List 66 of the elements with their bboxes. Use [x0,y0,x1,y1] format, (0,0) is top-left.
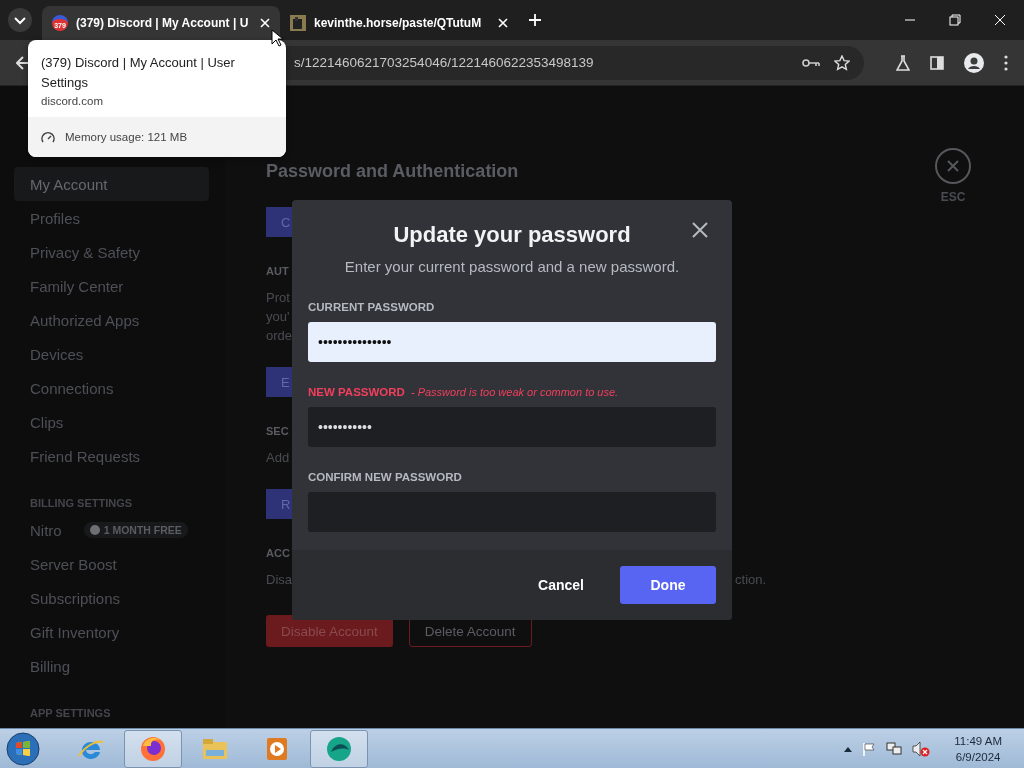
gauge-icon [41,131,55,143]
section-header: APP SETTINGS [29,706,112,721]
sidebar-item[interactable]: Privacy & Safety [14,235,209,269]
new-tab-icon[interactable] [528,13,542,27]
url-text: s/1221460621703254046/1221460622353498139 [294,55,595,70]
hover-card-domain: discord.com [41,95,104,107]
sidebar-item[interactable]: Friend Requests [14,439,209,473]
sidebar-item[interactable]: Clips [14,405,209,439]
dialog-subtitle: Enter your current password and a new password. [343,258,681,275]
profile-icon[interactable] [964,52,984,73]
esc-label: ESC [940,190,966,204]
close-icon[interactable] [692,222,708,238]
clock-date: 6/9/2024 [954,749,1002,765]
taskbar-button[interactable] [310,729,368,768]
sidebar-item[interactable]: Family Center [14,269,209,303]
sidebar-item[interactable]: Nitro [30,521,62,539]
password-field[interactable]: ••••••••••• [308,407,716,447]
partial-text: Add [266,449,290,467]
partial-text: ction. [735,571,767,589]
sidebar-item[interactable]: Billing [14,649,209,683]
star-icon[interactable] [834,54,850,71]
partial-button[interactable]: R [266,489,292,519]
field-label: CURRENT PASSWORD [308,301,435,313]
image-favicon-icon [290,15,306,31]
error-message: - Password is too weak or common to use. [410,386,619,398]
sidebar-item[interactable]: Subscriptions [14,581,209,615]
sidebar-item[interactable]: Gift Inventory [14,615,209,649]
network-icon[interactable] [886,741,903,756]
sidebar-item[interactable]: Profiles [14,201,209,235]
sidebar-item[interactable]: Server Boost [14,547,209,581]
start-button[interactable] [6,731,40,766]
cancel-button[interactable]: Cancel [518,566,604,604]
section-heading: Password and Authentication [266,161,519,182]
sidebar-item[interactable]: Connections [14,371,209,405]
partial-text: you' [266,308,291,326]
side-panel-icon[interactable] [930,55,944,70]
flag-icon[interactable] [862,741,877,756]
flask-icon[interactable] [896,54,910,71]
sidebar-item[interactable]: Devices [14,337,209,371]
menu-icon[interactable] [1004,54,1008,71]
section-label: AUT [266,265,289,277]
promo-badge: 1 MONTH FREE [83,522,188,538]
speaker-muted-icon[interactable] [912,740,931,757]
partial-text: Disa [266,571,292,589]
partial-button[interactable]: E [266,367,292,397]
section-label: SEC [266,425,289,437]
sidebar-item[interactable]: My Account [14,167,209,201]
memory-usage-text: Memory usage: 121 MB [65,131,188,143]
field-label: CONFIRM NEW PASSWORD [308,471,462,483]
field-label: NEW PASSWORD [308,386,405,398]
taskbar-button[interactable] [124,729,182,768]
section-header: BILLING SETTINGS [29,496,134,511]
partial-button[interactable]: C [266,207,292,237]
clock-time: 11:49 AM [954,733,1002,749]
password-field[interactable]: ••••••••••••••• [308,322,716,362]
show-hidden-icons[interactable] [844,745,853,752]
browser-tab[interactable]: kevinthe.horse/paste/QTutuM [280,6,518,40]
done-button[interactable]: Done [620,566,716,604]
section-label: ACC [266,547,290,559]
tab-list-button[interactable] [8,8,32,32]
key-icon[interactable] [802,57,820,68]
dialog-title: Update your password [393,222,631,248]
partial-text: Prot [266,289,291,307]
sidebar-item[interactable]: Authorized Apps [14,303,209,337]
restore-icon[interactable] [949,14,961,26]
partial-text: orde [266,327,293,345]
